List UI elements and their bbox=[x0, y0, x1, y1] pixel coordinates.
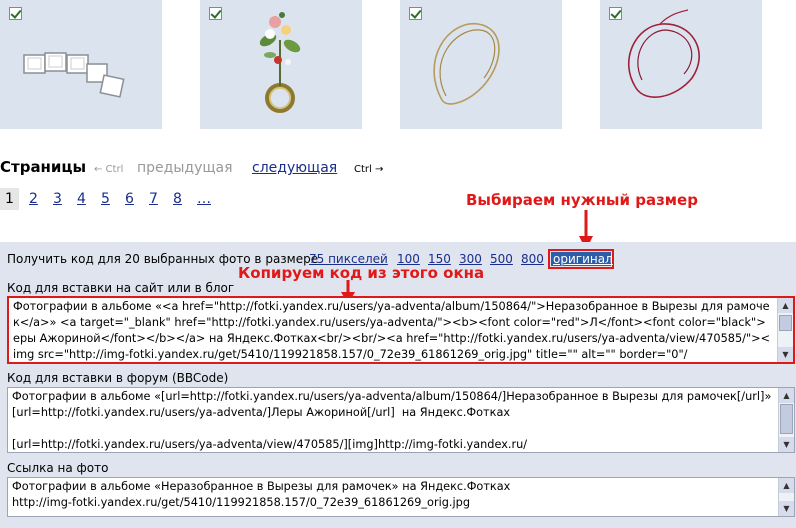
size-option-selected[interactable]: оригинал bbox=[548, 249, 614, 269]
code-blog-label: Код для вставки на сайт или в блог bbox=[7, 281, 235, 295]
thumbnail-gold-loop[interactable] bbox=[400, 0, 562, 129]
size-option[interactable]: 500 bbox=[490, 252, 513, 266]
size-option[interactable]: 800 bbox=[521, 252, 544, 266]
code-blog-text: Фотографии в альбоме «<a href="http://fo… bbox=[13, 300, 771, 361]
scroll-down-icon[interactable]: ▼ bbox=[779, 501, 794, 516]
frames-chain-image bbox=[23, 52, 125, 98]
scroll-up-icon[interactable]: ▲ bbox=[779, 478, 794, 493]
scroll-down-icon[interactable]: ▼ bbox=[778, 347, 793, 362]
page-current: 1 bbox=[0, 188, 19, 210]
scrollbar[interactable]: ▲ ▼ bbox=[778, 388, 794, 452]
photo-link-text: Фотографии в альбоме «Неразобранное в Вы… bbox=[12, 480, 511, 509]
thumbnail-flower-ring[interactable] bbox=[200, 0, 362, 129]
gold-loop-image bbox=[433, 23, 500, 105]
scroll-down-icon[interactable]: ▼ bbox=[779, 437, 794, 452]
scroll-thumb[interactable] bbox=[780, 404, 793, 434]
pager-title: Страницы bbox=[0, 158, 87, 176]
photo-link-label: Ссылка на фото bbox=[7, 461, 109, 475]
page-link[interactable]: 7 bbox=[149, 188, 158, 210]
annotation-choose-size: Выбираем нужный размер bbox=[466, 191, 698, 209]
scroll-up-icon[interactable]: ▲ bbox=[778, 298, 793, 313]
page-link[interactable]: 8 bbox=[173, 188, 182, 210]
ctrl-next-hint: Ctrl → bbox=[354, 164, 384, 175]
page-link[interactable]: 5 bbox=[101, 188, 110, 210]
page-link-more[interactable]: … bbox=[197, 188, 211, 210]
annotation-copy-code: Копируем код из этого окна bbox=[238, 264, 485, 282]
code-forum-textarea[interactable]: Фотографии в альбоме «[url=http://fotki.… bbox=[7, 387, 795, 453]
photo-link-textarea[interactable]: Фотографии в альбоме «Неразобранное в Вы… bbox=[7, 477, 795, 517]
page-link[interactable]: 2 bbox=[29, 188, 38, 210]
page-link[interactable]: 3 bbox=[53, 188, 62, 210]
next-page-link[interactable]: следующая bbox=[252, 160, 337, 176]
scroll-thumb[interactable] bbox=[779, 315, 792, 331]
page-link[interactable]: 4 bbox=[77, 188, 86, 210]
code-forum-text: Фотографии в альбоме «[url=http://fotki.… bbox=[12, 390, 772, 451]
thumbnail-frames-chain[interactable] bbox=[0, 0, 162, 129]
flower-ring-image bbox=[259, 12, 301, 113]
ctrl-prev-hint: ← Ctrl bbox=[94, 164, 124, 175]
page-link[interactable]: 6 bbox=[125, 188, 134, 210]
scroll-up-icon[interactable]: ▲ bbox=[779, 388, 794, 403]
size-selected-label: оригинал bbox=[551, 252, 613, 266]
scrollbar[interactable]: ▲ ▼ bbox=[778, 478, 794, 516]
code-forum-label: Код для вставки в форум (BBCode) bbox=[7, 371, 229, 385]
red-loop-image bbox=[627, 9, 700, 98]
code-blog-textarea[interactable]: Фотографии в альбоме «<a href="http://fo… bbox=[7, 296, 795, 364]
prev-page-link: предыдущая bbox=[137, 160, 233, 176]
scrollbar[interactable]: ▲ ▼ bbox=[777, 298, 793, 362]
thumbnail-red-loop[interactable] bbox=[600, 0, 762, 129]
